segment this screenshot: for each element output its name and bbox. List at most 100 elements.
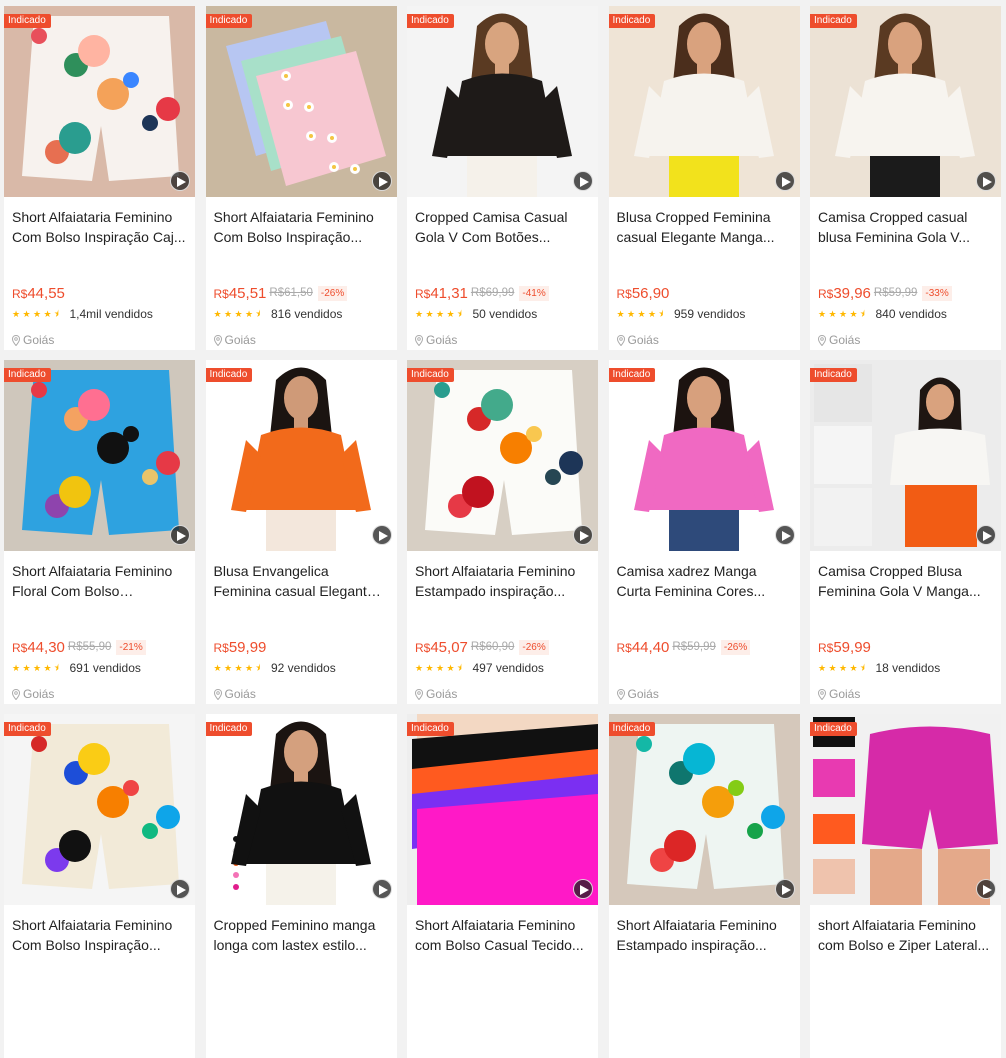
play-video-icon[interactable] (774, 171, 795, 191)
product-title[interactable]: Cropped Feminino manga longa com lastex … (214, 915, 389, 955)
product-image[interactable]: Indicado (810, 714, 1001, 905)
product-image[interactable]: Indicado (205, 714, 397, 905)
price-row: R$41,31 R$69,99 -41% (415, 282, 549, 304)
product-image[interactable]: Indicado (407, 360, 598, 551)
product-card[interactable]: Indicado Cropped Camisa Casual Gola V Co… (407, 6, 598, 350)
play-video-icon[interactable] (976, 171, 996, 191)
product-photo[interactable] (205, 6, 397, 197)
product-image[interactable]: Indicado (810, 360, 1001, 551)
play-video-icon[interactable] (774, 525, 795, 545)
product-card[interactable]: Indicado Blusa Cropped Feminina casual E… (608, 6, 800, 350)
product-image[interactable]: Indicado (608, 360, 800, 551)
product-title[interactable]: Camisa Cropped casual blusa Feminina Gol… (818, 207, 993, 247)
product-image[interactable]: Indicado (205, 360, 397, 551)
product-card[interactable]: Indicado Camisa Cropped Blusa Feminina G… (810, 360, 1001, 704)
product-card[interactable]: Indicado Short Alfaiataria Feminino Com … (4, 714, 195, 1058)
product-photo[interactable] (810, 360, 1001, 551)
product-title[interactable]: Cropped Camisa Casual Gola V Com Botões.… (415, 207, 590, 247)
play-video-icon[interactable] (976, 525, 996, 545)
product-card[interactable]: Indicado Short Alfaiataria Feminino com … (407, 714, 598, 1058)
product-title[interactable]: Blusa Envangelica Feminina casual Elegan… (214, 561, 389, 601)
play-video-icon[interactable] (573, 525, 593, 545)
product-card[interactable]: Indicado Short Alfaiataria Feminino Flor… (4, 360, 195, 704)
play-video-icon[interactable] (976, 879, 996, 899)
product-image[interactable]: Indicado (608, 6, 800, 197)
product-photo[interactable] (407, 714, 598, 905)
product-image[interactable]: Indicado (4, 6, 195, 197)
product-photo[interactable] (608, 714, 800, 905)
product-image[interactable]: Indicado (407, 6, 598, 197)
product-image[interactable]: Indicado (810, 6, 1001, 197)
price-row: R$44,40 R$59,99 -26% (617, 636, 751, 658)
rating-row: ★ ★ ★ ★ ⯨ 18 vendidos (818, 661, 940, 675)
play-video-icon[interactable] (371, 879, 392, 899)
product-image[interactable]: Indicado (4, 714, 195, 905)
product-title[interactable]: Short Alfaiataria Feminino Com Bolso Ins… (12, 915, 187, 955)
location-pin-icon (818, 688, 826, 700)
product-card[interactable]: Indicado Blusa Envangelica Feminina casu… (205, 360, 397, 704)
product-card[interactable]: Indicado Camisa Cropped casual blusa Fem… (810, 6, 1001, 350)
product-title[interactable]: Blusa Cropped Feminina casual Elegante M… (617, 207, 792, 247)
sold-count: 497 vendidos (472, 661, 544, 675)
product-photo[interactable] (4, 714, 195, 905)
price: R$44,40 (617, 639, 670, 656)
product-photo[interactable] (407, 360, 598, 551)
product-photo[interactable] (810, 6, 1001, 197)
play-video-icon[interactable] (170, 525, 190, 545)
sold-count: 816 vendidos (271, 307, 343, 321)
rating-row: ★ ★ ★ ★ ⯨ 497 vendidos (415, 661, 544, 675)
product-card[interactable]: Indicado Short Alfaiataria Feminino Com … (205, 6, 397, 350)
product-image[interactable]: Indicado (407, 714, 598, 905)
product-photo[interactable] (4, 360, 195, 551)
product-title[interactable]: Short Alfaiataria Feminino Com Bolso Ins… (12, 207, 187, 247)
product-card[interactable]: Indicado short Alfaiataria Feminino com … (810, 714, 1001, 1058)
product-title[interactable]: Short Alfaiataria Feminino com Bolso Cas… (415, 915, 590, 955)
price: R$44,55 (12, 285, 65, 302)
product-title[interactable]: Short Alfaiataria Feminino Com Bolso Ins… (214, 207, 389, 247)
location: Goiás (12, 687, 54, 701)
product-title[interactable]: Short Alfaiataria Feminino Floral Com Bo… (12, 561, 187, 601)
price: R$56,90 (617, 285, 670, 302)
play-video-icon[interactable] (371, 171, 392, 191)
product-card[interactable]: Indicado Cropped Feminino manga longa co… (205, 714, 397, 1058)
price-row: R$44,55 (12, 282, 65, 304)
product-photo[interactable] (810, 714, 1001, 905)
play-video-icon[interactable] (774, 879, 795, 899)
price-value: 39,96 (833, 284, 871, 302)
rating-row: ★ ★ ★ ★ ⯨ 816 vendidos (214, 307, 343, 321)
product-image[interactable]: Indicado (205, 6, 397, 197)
product-card[interactable]: Indicado Short Alfaiataria Feminino Com … (4, 6, 195, 350)
play-video-icon[interactable] (170, 171, 190, 191)
product-photo[interactable] (407, 6, 598, 197)
product-image[interactable]: Indicado (608, 714, 800, 905)
product-photo[interactable] (608, 360, 800, 551)
product-card[interactable]: Indicado Camisa xadrez Manga Curta Femin… (608, 360, 800, 704)
location-pin-icon (213, 688, 222, 700)
recommended-badge: Indicado (4, 14, 51, 28)
product-title[interactable]: short Alfaiataria Feminino com Bolso e Z… (818, 915, 993, 955)
price-value: 45,51 (228, 284, 267, 302)
location: Goiás (415, 687, 457, 701)
play-video-icon[interactable] (170, 879, 190, 899)
price: R$41,31 (415, 285, 468, 302)
product-title[interactable]: Camisa Cropped Blusa Feminina Gola V Man… (818, 561, 993, 601)
play-video-icon[interactable] (371, 525, 392, 545)
location: Goiás (213, 687, 256, 701)
location-text: Goiás (627, 687, 659, 701)
play-video-icon[interactable] (573, 879, 593, 899)
product-title[interactable]: Camisa xadrez Manga Curta Feminina Cores… (617, 561, 792, 601)
product-title[interactable]: Short Alfaiataria Feminino Estampado ins… (415, 561, 590, 601)
product-photo[interactable] (608, 6, 800, 197)
play-video-icon[interactable] (573, 171, 593, 191)
location-pin-icon (415, 334, 423, 346)
price-value: 41,31 (430, 284, 468, 302)
product-image[interactable]: Indicado (4, 360, 195, 551)
location-pin-icon (213, 334, 222, 346)
discount-badge: -33% (922, 285, 952, 301)
product-photo[interactable] (4, 6, 195, 197)
product-photo[interactable] (205, 360, 397, 551)
product-card[interactable]: Indicado Short Alfaiataria Feminino Esta… (608, 714, 800, 1058)
product-card[interactable]: Indicado Short Alfaiataria Feminino Esta… (407, 360, 598, 704)
product-photo[interactable] (205, 714, 397, 905)
product-title[interactable]: Short Alfaiataria Feminino Estampado ins… (617, 915, 792, 955)
